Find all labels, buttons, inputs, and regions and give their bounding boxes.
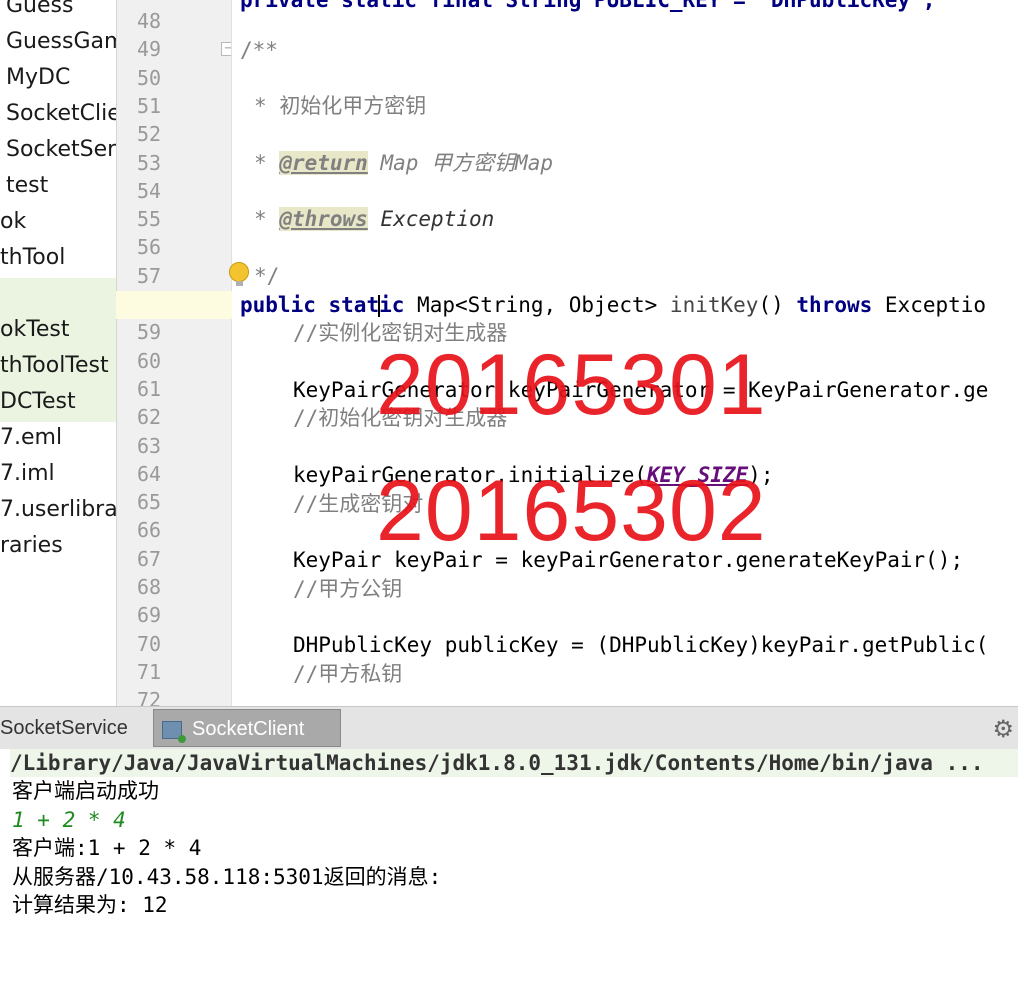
- gear-icon[interactable]: ⚙: [992, 715, 1014, 743]
- line-number: 48: [137, 9, 162, 33]
- tree-item[interactable]: 7.eml: [0, 422, 116, 458]
- code-line-68: //甲方公钥: [293, 577, 403, 601]
- tree-item[interactable]: 7.iml: [0, 458, 116, 494]
- line-number: 61: [137, 376, 162, 401]
- tree-item[interactable]: 7.userlibraries: [0, 494, 116, 530]
- code-line-55: * @throws Exception: [254, 207, 495, 231]
- code-line-71: //甲方私钥: [293, 662, 403, 686]
- line-number: 60: [137, 348, 162, 373]
- tree-item[interactable]: thTool: [0, 242, 116, 278]
- line-number: 51: [137, 93, 162, 118]
- line-number: 59: [137, 320, 162, 345]
- tab-socket-client[interactable]: SocketClient: [153, 709, 341, 747]
- console-output-line: 客户端:1 + 2 * 4: [12, 836, 202, 860]
- tree-item[interactable]: SocketClient: [0, 98, 116, 134]
- line-number: 63: [137, 433, 162, 458]
- doc-init-comment: 初始化甲方密钥: [279, 94, 427, 118]
- line-number: 67: [137, 546, 162, 571]
- line-number: 62: [137, 405, 162, 430]
- tree-item[interactable]: test: [0, 170, 116, 206]
- code-line-51: * 初始化甲方密钥: [254, 94, 427, 118]
- tree-item[interactable]: thToolTest: [0, 350, 116, 386]
- line-number: 49: [137, 37, 162, 62]
- line-number: 57: [137, 263, 162, 288]
- line-number: 65: [137, 490, 162, 515]
- console-user-input: 1 + 2 * 4: [12, 808, 126, 832]
- line-number: 69: [137, 603, 162, 628]
- run-config-icon: [162, 720, 186, 743]
- student-id-stamp-1: 20165301: [376, 337, 767, 433]
- line-number: 70: [137, 631, 162, 656]
- code-line-70: DHPublicKey publicKey = (DHPublicKey)key…: [293, 633, 989, 657]
- line-number: 55: [137, 207, 162, 232]
- tree-item[interactable]: GuessGame: [0, 26, 116, 62]
- code-line-58: public static Map<String, Object> initKe…: [240, 293, 987, 317]
- line-number: 68: [137, 575, 162, 599]
- line-number: 50: [137, 65, 162, 90]
- console-output-line: 客户端启动成功: [12, 779, 159, 803]
- console-output-line: 计算结果为: 12: [12, 893, 168, 917]
- code-line-53: * @return Map 甲方密钥Map: [254, 151, 553, 175]
- tree-item[interactable]: DCTest: [0, 386, 116, 422]
- doc-throws-tag: @throws: [279, 207, 368, 231]
- lightbulb-icon[interactable]: [229, 262, 249, 286]
- run-tool-window-tabs: SocketService SocketClient ⚙: [0, 706, 1018, 750]
- student-id-stamp-2: 20165302: [376, 463, 767, 559]
- line-number: 53: [137, 150, 162, 175]
- console-output-line: 从服务器/10.43.58.118:5301返回的消息:: [12, 865, 442, 889]
- run-console[interactable]: /Library/Java/JavaVirtualMachines/jdk1.8…: [0, 749, 1018, 992]
- line-number-gutter: 4849505152535455565758596061626364656667…: [117, 0, 232, 706]
- code-line-57: */: [254, 264, 280, 288]
- tree-item[interactable]: okTest: [0, 314, 116, 350]
- tree-item[interactable]: [0, 278, 116, 314]
- line-number: 66: [137, 518, 162, 543]
- line-number: 54: [137, 178, 162, 203]
- tree-item[interactable]: Guess: [0, 0, 116, 26]
- line-number: 64: [137, 461, 162, 486]
- doc-return-tag: @return: [279, 151, 368, 175]
- code-line-47: private static final String PUBLIC_KEY =…: [240, 0, 936, 12]
- line-number: 72: [137, 688, 162, 706]
- code-line-49: /**: [240, 38, 278, 62]
- project-tree-panel: GuessGuessGameMyDCSocketClientSocketServ…: [0, 0, 117, 706]
- tab-socket-service[interactable]: SocketService: [0, 709, 136, 747]
- line-number: 71: [137, 659, 162, 684]
- tree-item[interactable]: ok: [0, 206, 116, 242]
- console-command-line: /Library/Java/JavaVirtualMachines/jdk1.8…: [10, 749, 1018, 777]
- fold-marker-icon[interactable]: −: [221, 42, 231, 56]
- line-number: 52: [137, 122, 162, 147]
- tree-item[interactable]: SocketService: [0, 134, 116, 170]
- tree-item[interactable]: raries: [0, 530, 116, 566]
- line-number: 56: [137, 235, 162, 260]
- tree-item[interactable]: MyDC: [0, 62, 116, 98]
